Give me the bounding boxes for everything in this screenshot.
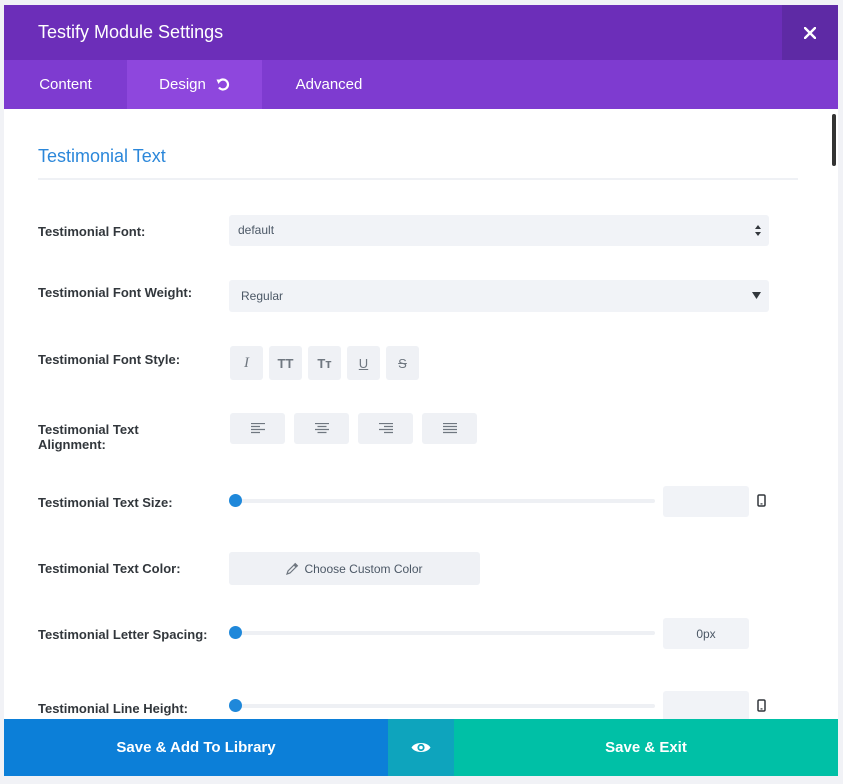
choose-color-label: Choose Custom Color bbox=[304, 561, 423, 576]
align-left-icon bbox=[250, 423, 265, 434]
text-size-slider-handle[interactable] bbox=[229, 494, 242, 507]
settings-body: Testimonial Text Testimonial Font: defau… bbox=[4, 109, 838, 722]
mobile-device-icon[interactable] bbox=[757, 494, 766, 507]
save-exit-button[interactable]: Save & Exit bbox=[454, 719, 838, 776]
text-size-label: Testimonial Text Size: bbox=[38, 495, 173, 510]
close-icon bbox=[804, 26, 816, 39]
font-style-buttons: I TT Tт U S bbox=[230, 346, 425, 380]
align-right-icon bbox=[378, 423, 393, 434]
letter-spacing-label: Testimonial Letter Spacing: bbox=[38, 627, 208, 642]
underline-button[interactable]: U bbox=[347, 346, 380, 380]
text-color-label: Testimonial Text Color: bbox=[38, 561, 181, 576]
settings-modal: Testify Module Settings Content Design A… bbox=[4, 5, 838, 776]
tab-design[interactable]: Design bbox=[127, 60, 262, 109]
close-button[interactable] bbox=[782, 5, 838, 60]
font-label: Testimonial Font: bbox=[38, 224, 146, 239]
eye-icon bbox=[411, 743, 431, 752]
save-add-library-label: Save & Add To Library bbox=[116, 739, 276, 756]
preview-button[interactable] bbox=[388, 719, 454, 776]
tab-content-label: Content bbox=[39, 76, 92, 93]
text-alignment-label: Testimonial Text Alignment: bbox=[38, 422, 139, 452]
line-height-input[interactable] bbox=[663, 691, 749, 722]
text-size-slider[interactable] bbox=[229, 494, 655, 507]
tab-advanced-label: Advanced bbox=[295, 76, 363, 93]
scrollbar[interactable] bbox=[832, 114, 836, 166]
italic-button[interactable]: I bbox=[230, 346, 263, 380]
mobile-device-icon[interactable] bbox=[757, 699, 766, 712]
font-style-label: Testimonial Font Style: bbox=[38, 352, 181, 367]
strikethrough-button[interactable]: S bbox=[386, 346, 419, 380]
letter-spacing-slider-handle[interactable] bbox=[229, 626, 242, 639]
save-exit-label: Save & Exit bbox=[605, 739, 687, 756]
alignment-buttons bbox=[230, 413, 486, 444]
tab-advanced[interactable]: Advanced bbox=[262, 60, 396, 109]
section-title[interactable]: Testimonial Text bbox=[38, 146, 166, 167]
text-size-input[interactable] bbox=[663, 486, 749, 517]
font-select-value: default bbox=[238, 223, 275, 237]
eyedropper-icon bbox=[286, 562, 299, 575]
modal-title: Testify Module Settings bbox=[38, 22, 224, 42]
choose-color-button[interactable]: Choose Custom Color bbox=[229, 552, 480, 585]
save-add-library-button[interactable]: Save & Add To Library bbox=[4, 719, 388, 776]
align-left-button[interactable] bbox=[230, 413, 285, 444]
chevron-down-icon bbox=[752, 292, 761, 299]
font-weight-select[interactable]: Regular bbox=[229, 280, 769, 312]
font-select[interactable]: default bbox=[229, 215, 769, 246]
line-height-slider[interactable] bbox=[229, 699, 655, 712]
font-weight-select-value: Regular bbox=[241, 289, 284, 303]
align-justify-icon bbox=[442, 423, 457, 434]
align-right-button[interactable] bbox=[358, 413, 413, 444]
capitalize-button[interactable]: Tт bbox=[308, 346, 341, 380]
font-weight-label: Testimonial Font Weight: bbox=[38, 285, 193, 300]
align-center-icon bbox=[314, 423, 329, 434]
line-height-label: Testimonial Line Height: bbox=[38, 701, 188, 716]
section-divider bbox=[38, 178, 798, 180]
select-updown-icon bbox=[755, 225, 761, 236]
modal-footer: Save & Add To Library Save & Exit bbox=[4, 719, 838, 776]
tab-design-label: Design bbox=[159, 76, 206, 93]
tab-bar: Content Design Advanced bbox=[4, 60, 838, 109]
align-justify-button[interactable] bbox=[422, 413, 477, 444]
align-center-button[interactable] bbox=[294, 413, 349, 444]
line-height-slider-handle[interactable] bbox=[229, 699, 242, 712]
letter-spacing-slider[interactable] bbox=[229, 626, 655, 639]
tab-content[interactable]: Content bbox=[4, 60, 127, 109]
modal-header: Testify Module Settings bbox=[4, 5, 838, 60]
uppercase-button[interactable]: TT bbox=[269, 346, 302, 380]
letter-spacing-input[interactable]: 0px bbox=[663, 618, 749, 649]
reset-icon[interactable] bbox=[216, 78, 230, 91]
